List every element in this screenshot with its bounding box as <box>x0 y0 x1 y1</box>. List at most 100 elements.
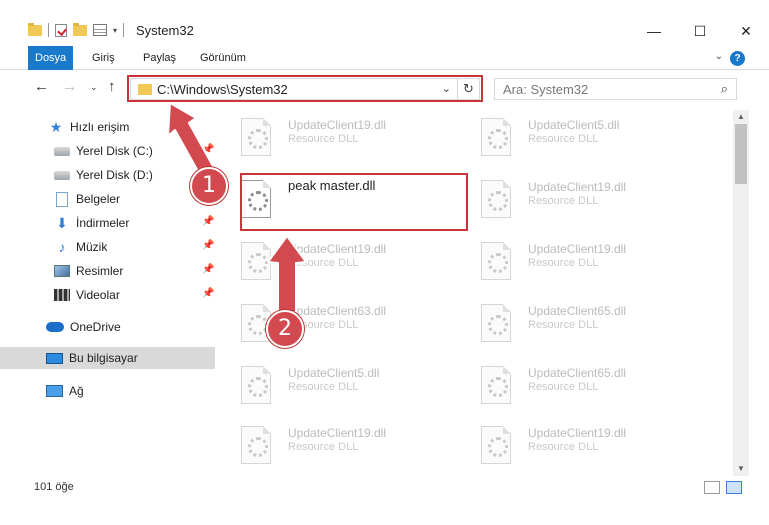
sidebar-item-pictures[interactable]: Resimler 📌 <box>54 260 214 282</box>
sidebar-item-label: Yerel Disk (D:) <box>76 168 153 182</box>
file-type: Resource DLL <box>528 257 599 269</box>
up-arrow-icon[interactable]: ↑ <box>108 78 116 95</box>
sidebar-item-label: Belgeler <box>76 192 121 206</box>
search-box[interactable]: Ara: System32 ⌕ <box>494 78 737 100</box>
file-name: UpdateClient19.dll <box>528 242 627 256</box>
file-item[interactable]: UpdateClient19.dll Resource DLL <box>465 418 695 472</box>
pictures-icon <box>54 265 70 277</box>
folder-icon[interactable] <box>28 22 42 36</box>
file-type: Resource DLL <box>528 195 599 207</box>
file-item[interactable]: UpdateClient19.dll Resource DLL <box>465 234 695 288</box>
sidebar-item-music[interactable]: ♪ Müzik 📌 <box>54 236 215 258</box>
recent-chevron-icon[interactable]: ⌄ <box>90 82 98 93</box>
file-item[interactable]: UpdateClient65.dll Resource DLL <box>465 358 695 412</box>
file-name: UpdateClient65.dll <box>528 366 627 380</box>
help-button[interactable]: ? <box>730 51 745 66</box>
file-item[interactable]: UpdateClient19.dll Resource DLL <box>465 172 695 226</box>
file-type: Resource DLL <box>288 257 359 269</box>
network-icon <box>46 385 63 397</box>
dll-file-icon <box>481 304 511 342</box>
divider <box>48 23 49 37</box>
file-name: UpdateClient19.dll <box>288 426 387 440</box>
tab-file[interactable]: Dosya <box>28 46 74 70</box>
dll-file-icon <box>481 118 511 156</box>
vertical-scrollbar[interactable]: ▲ ▼ <box>733 110 749 476</box>
new-folder-icon[interactable] <box>73 22 87 36</box>
sidebar-item-disk-c[interactable]: Yerel Disk (C:) 📌 <box>54 140 214 162</box>
step-1-badge: 1 <box>190 167 228 205</box>
pin-icon: 📌 <box>202 216 215 227</box>
close-button[interactable]: ✕ <box>723 18 769 44</box>
videos-icon <box>54 289 70 301</box>
view-options-icon[interactable] <box>93 24 107 36</box>
details-view-icon[interactable] <box>704 481 720 494</box>
forward-arrow-icon[interactable]: → <box>62 78 77 95</box>
divider <box>123 23 125 37</box>
pin-icon: 📌 <box>202 264 215 275</box>
file-list: UpdateClient19.dll Resource DLL UpdateCl… <box>225 110 730 472</box>
tab-home[interactable]: Giriş <box>92 46 115 70</box>
file-item[interactable]: UpdateClient5.dll Resource DLL <box>465 110 695 164</box>
file-type: Resource DLL <box>288 381 359 393</box>
sidebar-item-label: Ağ <box>69 384 84 398</box>
search-input[interactable]: Ara: System32 <box>503 82 588 97</box>
sidebar-item-quick-access[interactable]: ★ Hızlı erişim <box>48 116 130 138</box>
sidebar-item-this-pc[interactable]: Bu bilgisayar <box>0 347 215 369</box>
file-name: UpdateClient19.dll <box>528 180 627 194</box>
minimize-button[interactable]: — <box>631 18 677 44</box>
window-title: System32 <box>136 22 194 38</box>
address-highlight-box <box>127 75 483 102</box>
sidebar-item-network[interactable]: Ağ <box>46 380 84 402</box>
sidebar-item-videos[interactable]: Videolar 📌 <box>54 284 214 306</box>
dll-file-icon <box>241 426 271 464</box>
file-name: UpdateClient5.dll <box>528 118 620 132</box>
file-item[interactable]: UpdateClient19.dll Resource DLL <box>225 234 455 288</box>
pin-icon: 📌 <box>202 288 215 299</box>
file-type: Resource DLL <box>528 381 599 393</box>
disk-icon <box>54 146 70 156</box>
scroll-up-icon[interactable]: ▲ <box>733 110 749 124</box>
quick-access-toolbar: ▾ System32 <box>28 20 194 40</box>
item-count: 101 öğe <box>34 481 74 493</box>
chevron-down-icon[interactable]: ⌄ <box>715 51 723 62</box>
file-name: UpdateClient19.dll <box>288 118 387 132</box>
window-bottom-edge <box>0 498 769 525</box>
dll-file-icon <box>241 118 271 156</box>
sidebar-item-onedrive[interactable]: OneDrive <box>46 316 121 338</box>
scroll-down-icon[interactable]: ▼ <box>733 462 749 476</box>
sidebar-item-label: Yerel Disk (C:) <box>76 144 153 158</box>
step-2-badge: 2 <box>266 310 304 348</box>
file-item[interactable]: UpdateClient63.dll Resource DLL <box>225 296 455 350</box>
maximize-button[interactable]: ☐ <box>677 18 723 44</box>
properties-check-icon[interactable] <box>55 23 67 37</box>
sidebar-item-label: İndirmeler <box>76 216 130 230</box>
file-item[interactable]: UpdateClient65.dll Resource DLL <box>465 296 695 350</box>
sidebar-item-label: Videolar <box>76 288 120 302</box>
file-type: Resource DLL <box>288 133 359 145</box>
file-type: Resource DLL <box>528 319 599 331</box>
file-item[interactable]: UpdateClient19.dll Resource DLL <box>225 418 455 472</box>
file-name: UpdateClient5.dll <box>288 366 380 380</box>
file-name: UpdateClient19.dll <box>528 426 627 440</box>
chevron-down-icon[interactable]: ▾ <box>113 26 117 35</box>
back-arrow-icon[interactable]: ← <box>34 78 49 95</box>
scroll-thumb[interactable] <box>735 124 747 184</box>
star-icon: ★ <box>49 119 63 135</box>
dll-file-icon <box>481 366 511 404</box>
sidebar-item-label: Bu bilgisayar <box>69 351 138 365</box>
cloud-icon <box>46 322 64 332</box>
sidebar-item-disk-d[interactable]: Yerel Disk (D:) <box>54 164 153 186</box>
file-item[interactable]: UpdateClient5.dll Resource DLL <box>225 358 455 412</box>
music-icon: ♪ <box>58 239 66 255</box>
sidebar-item-documents[interactable]: Belgeler <box>56 188 120 210</box>
disk-icon <box>54 170 70 180</box>
dll-file-icon <box>481 242 511 280</box>
large-icons-view-icon[interactable] <box>726 481 742 494</box>
file-item[interactable]: UpdateClient19.dll Resource DLL <box>225 110 455 164</box>
tab-share[interactable]: Paylaş <box>143 46 176 70</box>
tab-view[interactable]: Görünüm <box>200 46 246 70</box>
sidebar-item-downloads[interactable]: ⬇ İndirmeler 📌 <box>54 212 214 234</box>
file-type: Resource DLL <box>528 133 599 145</box>
file-name: UpdateClient19.dll <box>288 242 387 256</box>
search-icon[interactable]: ⌕ <box>721 81 728 97</box>
